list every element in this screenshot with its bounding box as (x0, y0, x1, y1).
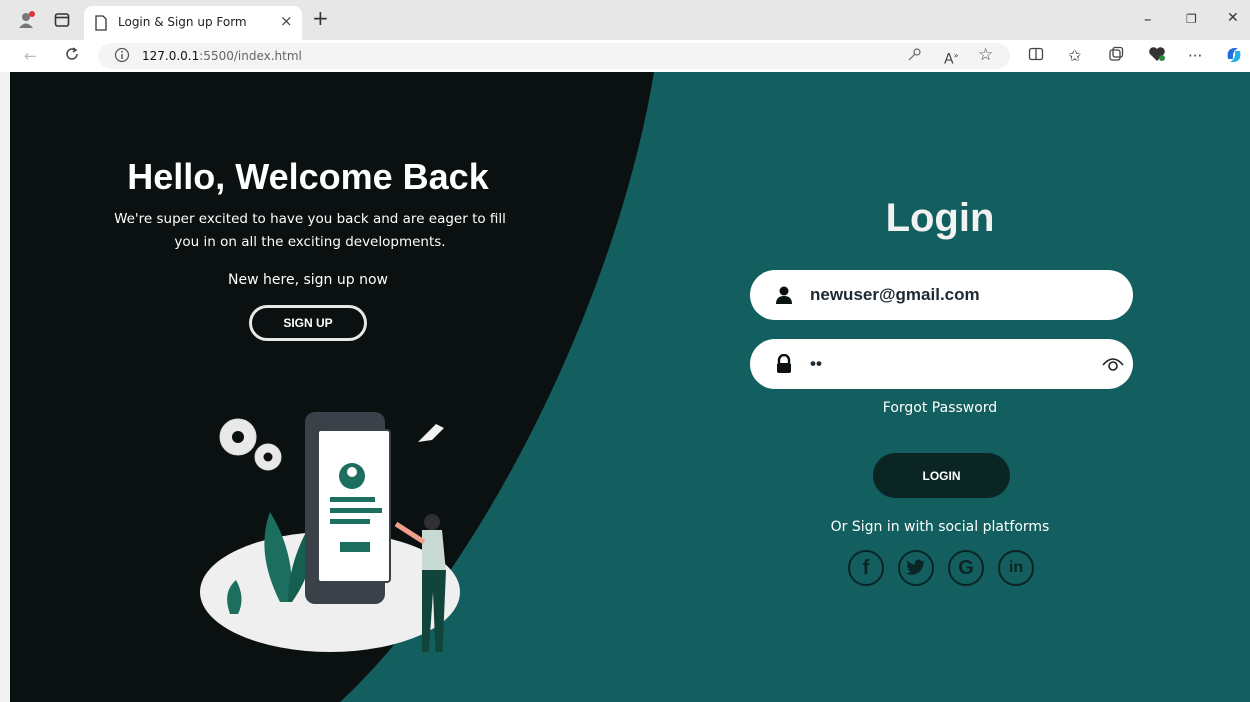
linkedin-icon: in (1008, 559, 1024, 576)
url-text: 127.0.0.1:5500/index.html (142, 49, 302, 63)
tab-close-button[interactable]: × (280, 12, 293, 30)
login-title: Login (885, 196, 995, 240)
minimize-button[interactable]: – (1144, 10, 1152, 28)
social-signin-text: Or Sign in with social platforms (830, 519, 1050, 535)
copilot-icon[interactable] (1224, 45, 1244, 70)
back-icon[interactable]: ← (24, 46, 37, 66)
password-field-container (750, 339, 1133, 389)
password-key-icon[interactable] (906, 47, 922, 68)
more-menu-icon[interactable]: ··· (1188, 46, 1202, 66)
welcome-title: Hello, Welcome Back (127, 156, 489, 197)
twitter-icon (906, 559, 926, 575)
password-input[interactable] (810, 349, 1100, 379)
page-icon (94, 15, 108, 31)
tab-actions-icon[interactable] (52, 10, 72, 30)
new-tab-button[interactable]: + (312, 6, 329, 30)
email-field-container (750, 270, 1133, 320)
lock-icon (774, 353, 794, 374)
split-screen-icon[interactable] (1028, 46, 1044, 67)
login-illustration (200, 412, 460, 652)
welcome-text: We're super excited to have you back and… (114, 211, 506, 250)
linkedin-button[interactable]: in (998, 550, 1034, 586)
facebook-button[interactable]: f (848, 550, 884, 586)
browser-tabbar: Login & Sign up Form × + – ❐ ✕ (0, 0, 1250, 40)
tab-login-signup[interactable]: Login & Sign up Form × (84, 6, 302, 40)
login-page: Hello, Welcome Back We're super excited … (10, 72, 1250, 702)
email-input[interactable] (810, 280, 1100, 310)
tab-title: Login & Sign up Form (118, 15, 247, 29)
close-window-button[interactable]: ✕ (1227, 10, 1239, 26)
favorites-list-icon[interactable]: ✩ (1068, 46, 1081, 66)
refresh-icon[interactable] (64, 46, 80, 67)
profile-icon[interactable] (16, 10, 38, 30)
browser-essentials-icon[interactable] (1148, 46, 1166, 67)
restore-button[interactable]: ❐ (1186, 12, 1197, 26)
browser-addressbar: ← 127.0.0.1:5500/index.html A» ☆ ✩ ··· (0, 40, 1250, 72)
google-icon: G (958, 556, 974, 579)
favorite-star-icon[interactable]: ☆ (978, 45, 993, 65)
read-aloud-icon[interactable]: A» (944, 46, 958, 70)
show-password-icon[interactable] (1102, 355, 1124, 373)
url-field[interactable]: 127.0.0.1:5500/index.html A» ☆ (98, 43, 1010, 69)
collections-icon[interactable] (1108, 46, 1124, 67)
twitter-button[interactable] (898, 550, 934, 586)
sign-up-button[interactable]: SIGN UP (249, 305, 367, 341)
site-info-icon[interactable] (114, 47, 130, 68)
gear-icon (219, 418, 282, 471)
google-button[interactable]: G (948, 550, 984, 586)
forgot-password-link[interactable]: Forgot Password (750, 400, 1130, 416)
user-icon (774, 285, 794, 305)
facebook-icon: f (862, 556, 870, 579)
url-host: 127.0.0.1 (142, 49, 200, 63)
new-here-text: New here, sign up now (228, 272, 388, 288)
login-button[interactable]: LOGIN (873, 453, 1010, 498)
url-path: :5500/index.html (199, 49, 302, 63)
